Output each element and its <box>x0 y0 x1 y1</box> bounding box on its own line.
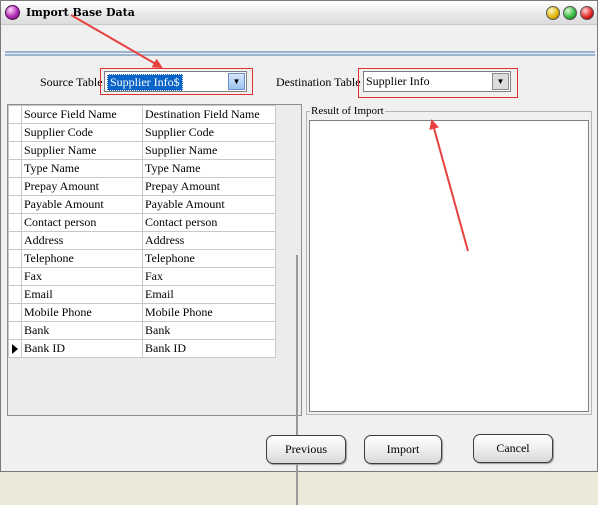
header-divider <box>5 51 595 56</box>
cancel-button[interactable]: Cancel <box>473 434 553 463</box>
destination-field-cell[interactable]: Telephone <box>142 249 276 268</box>
maximize-icon[interactable] <box>563 6 577 20</box>
minimize-icon[interactable] <box>546 6 560 20</box>
column-header-destination[interactable]: Destination Field Name <box>142 105 276 124</box>
table-row[interactable]: Supplier Name Supplier Name <box>8 141 276 160</box>
destination-field-cell[interactable]: Address <box>142 231 276 250</box>
source-field-cell[interactable]: Email <box>21 285 143 304</box>
table-row[interactable]: Bank Bank <box>8 321 276 340</box>
previous-button[interactable]: Previous <box>266 435 346 464</box>
destination-field-cell[interactable]: Mobile Phone <box>142 303 276 322</box>
source-field-cell[interactable]: Telephone <box>21 249 143 268</box>
result-of-import-label: Result of Import <box>310 105 385 117</box>
destination-table-label: Destination Table <box>276 75 361 89</box>
source-field-cell[interactable]: Contact person <box>21 213 143 232</box>
row-header[interactable] <box>8 249 22 268</box>
row-header[interactable] <box>8 285 22 304</box>
row-header[interactable] <box>8 213 22 232</box>
row-header[interactable] <box>8 303 22 322</box>
row-header-corner <box>8 105 22 124</box>
result-of-import-textbox[interactable] <box>309 120 589 412</box>
source-field-cell[interactable]: Mobile Phone <box>21 303 143 322</box>
destination-field-cell[interactable]: Supplier Code <box>142 123 276 142</box>
import-button[interactable]: Import <box>364 435 442 464</box>
source-field-cell[interactable]: Prepay Amount <box>21 177 143 196</box>
import-base-data-window: Import Base Data Source Table Supplier I… <box>0 0 598 505</box>
title-bar[interactable]: Import Base Data <box>1 1 597 25</box>
destination-field-cell[interactable]: Bank <box>142 321 276 340</box>
destination-field-cell[interactable]: Payable Amount <box>142 195 276 214</box>
table-row[interactable]: Prepay Amount Prepay Amount <box>8 177 276 196</box>
table-row[interactable]: Email Email <box>8 285 276 304</box>
source-field-cell[interactable]: Supplier Code <box>21 123 143 142</box>
row-header[interactable] <box>8 195 22 214</box>
row-header[interactable] <box>8 267 22 286</box>
row-header[interactable] <box>8 141 22 160</box>
table-row[interactable]: Contact person Contact person <box>8 213 276 232</box>
source-field-cell[interactable]: Fax <box>21 267 143 286</box>
destination-field-cell[interactable]: Fax <box>142 267 276 286</box>
source-field-cell[interactable]: Address <box>21 231 143 250</box>
destination-field-cell[interactable]: Supplier Name <box>142 141 276 160</box>
destination-field-cell[interactable]: Prepay Amount <box>142 177 276 196</box>
destination-field-cell[interactable]: Type Name <box>142 159 276 178</box>
source-field-cell[interactable]: Bank ID <box>21 339 143 358</box>
close-icon[interactable] <box>580 6 594 20</box>
vertical-scrollbar[interactable] <box>296 255 298 505</box>
table-row[interactable]: Supplier Code Supplier Code <box>8 123 276 142</box>
destination-field-cell[interactable]: Bank ID <box>142 339 276 358</box>
table-row[interactable]: Bank ID Bank ID <box>8 339 276 358</box>
source-field-cell[interactable]: Bank <box>21 321 143 340</box>
source-field-cell[interactable]: Type Name <box>21 159 143 178</box>
row-header[interactable] <box>8 159 22 178</box>
row-header[interactable] <box>8 321 22 340</box>
window-title: Import Base Data <box>26 6 135 19</box>
row-header[interactable] <box>8 231 22 250</box>
table-header-row: Source Field Name Destination Field Name <box>8 105 276 124</box>
table-row[interactable]: Address Address <box>8 231 276 250</box>
destination-field-cell[interactable]: Contact person <box>142 213 276 232</box>
row-header[interactable] <box>8 177 22 196</box>
annotation-box-source <box>100 68 253 95</box>
source-table-label: Source Table <box>40 75 103 89</box>
result-of-import-group: Result of Import <box>306 105 592 415</box>
destination-field-cell[interactable]: Email <box>142 285 276 304</box>
current-row-icon <box>12 344 18 354</box>
row-header[interactable] <box>8 123 22 142</box>
table-row[interactable]: Telephone Telephone <box>8 249 276 268</box>
table-row[interactable]: Fax Fax <box>8 267 276 286</box>
source-field-cell[interactable]: Supplier Name <box>21 141 143 160</box>
table-row[interactable]: Type Name Type Name <box>8 159 276 178</box>
annotation-box-destination <box>358 68 518 98</box>
column-header-source[interactable]: Source Field Name <box>21 105 143 124</box>
app-icon[interactable] <box>5 5 20 20</box>
table-row[interactable]: Mobile Phone Mobile Phone <box>8 303 276 322</box>
row-header[interactable] <box>8 339 22 358</box>
field-mapping-table: Source Field Name Destination Field Name… <box>8 105 276 358</box>
source-field-cell[interactable]: Payable Amount <box>21 195 143 214</box>
table-row[interactable]: Payable Amount Payable Amount <box>8 195 276 214</box>
field-mapping-grid[interactable]: Source Field Name Destination Field Name… <box>7 104 302 505</box>
